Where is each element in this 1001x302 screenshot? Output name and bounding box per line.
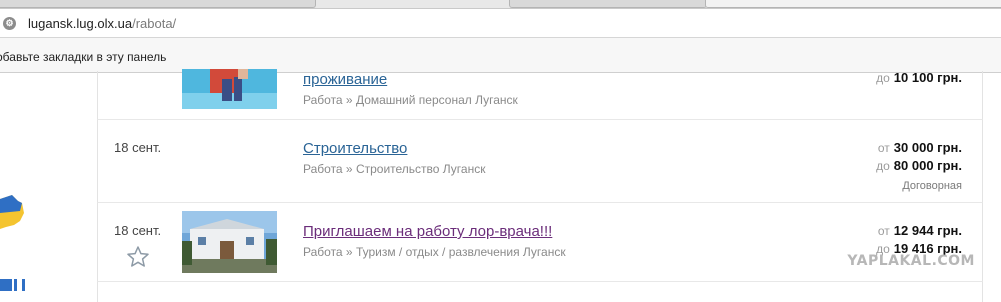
price-prefix: от [877,141,890,155]
browser-tab[interactable] [0,0,316,8]
listing-thumbnail[interactable] [182,69,277,109]
bookmarks-hint: обавьте закладки в эту панель [0,50,167,64]
price-value: 30 000 грн. [893,140,962,155]
watermark: YAPLAKAL.COM [847,253,975,269]
listing-category: Работа » Домашний персонал Луганск [303,93,518,107]
browser-tab-active[interactable] [705,0,1001,8]
listing-price: до 10 100 грн. [876,70,962,85]
listing-title-link[interactable]: проживание [303,71,387,88]
listing-price-to: до 80 000 грн. [876,158,962,173]
listing-price-from: от 12 944 грн. [878,223,962,238]
url-field[interactable]: lugansk.lug.olx.ua/rabota/ [28,16,176,31]
price-prefix: до [876,159,890,173]
negotiable-label: Договорная [902,180,962,192]
ukraine-map-logo-icon [0,195,25,291]
url-path: /rabota/ [132,16,177,31]
listing-row[interactable]: 18 сент. Приглашаем на работу лор-врача!… [97,203,983,282]
price-value: 12 944 грн. [893,223,962,238]
tab-strip [0,0,1001,9]
favorite-star-icon[interactable] [126,245,150,269]
listing-row[interactable]: проживание Работа » Домашний персонал Лу… [97,69,983,120]
page-content: проживание Работа » Домашний персонал Лу… [0,69,1001,302]
pool-photo-icon [182,69,277,109]
listing-title-link[interactable]: Приглашаем на работу лор-врача!!! [303,223,552,240]
browser-tab[interactable] [509,0,707,8]
price-prefix: до [876,71,890,85]
listing-price-from: от 30 000 грн. [878,140,962,155]
listing-date: 18 сент. [114,223,162,238]
price-value: 10 100 грн. [893,70,962,85]
building-photo-icon [182,211,277,273]
price-value: 80 000 грн. [893,158,962,173]
bookmarks-bar: обавьте закладки в эту панель [0,38,1001,73]
listing-category: Работа » Туризм / отдых / развлечения Лу… [303,245,566,259]
price-prefix: от [877,224,890,238]
listing-row[interactable] [97,282,983,302]
site-info-icon[interactable]: ⚙ [3,17,16,30]
listing-category: Работа » Строительство Луганск [303,162,486,176]
listing-thumbnail[interactable] [182,211,277,273]
listing-title-link[interactable]: Строительство [303,140,407,157]
url-host: lugansk.lug.olx.ua [28,16,133,31]
listing-row[interactable]: 18 сент. Строительство Работа » Строител… [97,120,983,203]
address-bar[interactable]: ⚙ lugansk.lug.olx.ua/rabota/ [0,9,1001,38]
listing-date: 18 сент. [114,140,162,155]
